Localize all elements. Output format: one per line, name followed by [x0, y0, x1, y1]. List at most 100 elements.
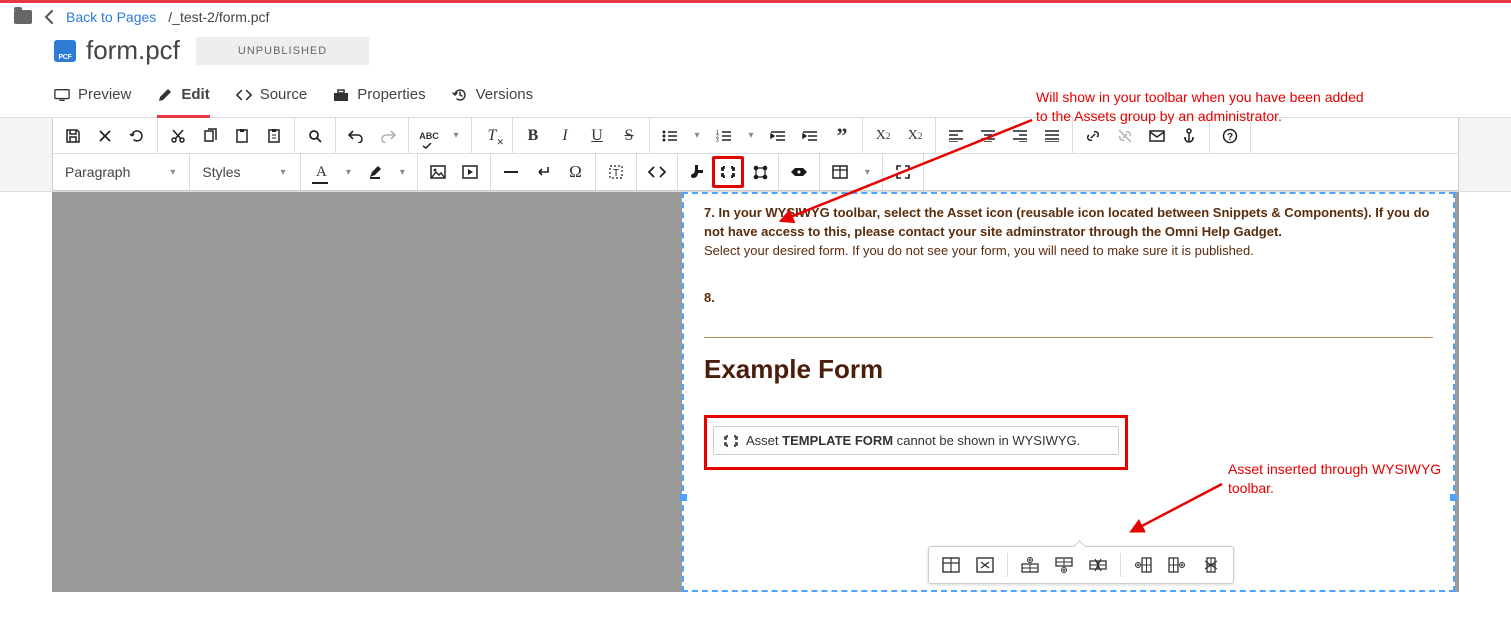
col-after-icon[interactable]	[1163, 553, 1191, 577]
row-after-icon[interactable]	[1050, 553, 1078, 577]
tab-label: Source	[260, 86, 308, 103]
table-delete-icon[interactable]	[971, 553, 999, 577]
step7-text: 7. In your WYSIWYG toolbar, select the A…	[704, 205, 1429, 239]
cut-icon[interactable]	[162, 120, 194, 152]
code-icon[interactable]	[641, 156, 673, 188]
view-tabs: Preview Edit Source Properties Versions	[0, 76, 1511, 118]
tab-preview[interactable]: Preview	[54, 86, 131, 118]
pcf-badge-icon: PCF	[54, 40, 76, 62]
indent-icon[interactable]	[794, 120, 826, 152]
redo-icon[interactable]	[372, 120, 404, 152]
row-before-icon[interactable]	[1016, 553, 1044, 577]
toolbox-icon	[333, 87, 349, 103]
specialchar-icon[interactable]: Ω	[559, 156, 591, 188]
asset-annotation-box: Asset TEMPLATE FORM cannot be shown in W…	[704, 415, 1128, 470]
breadcrumb-path: /_test-2/form.pcf	[168, 9, 269, 25]
spellcheck-menu[interactable]: ▾	[445, 120, 467, 152]
chevron-left-icon[interactable]	[44, 10, 54, 24]
table-icon[interactable]	[824, 156, 856, 188]
gadget-icon[interactable]	[783, 156, 815, 188]
copy-icon[interactable]	[194, 120, 226, 152]
history-icon	[452, 87, 468, 103]
bullet-list-icon[interactable]	[654, 120, 686, 152]
clear-format-icon[interactable]: T✕	[476, 120, 508, 152]
back-to-pages-link[interactable]: Back to Pages	[66, 9, 156, 25]
find-icon[interactable]	[299, 120, 331, 152]
paste-icon[interactable]	[226, 120, 258, 152]
table-props-icon[interactable]	[937, 553, 965, 577]
select-block-icon[interactable]: T	[600, 156, 632, 188]
num-list-icon[interactable]: 123	[708, 120, 740, 152]
bold-icon[interactable]: B	[517, 120, 549, 152]
tab-label: Edit	[181, 86, 209, 103]
asset-reuse-icon	[724, 434, 738, 448]
tab-versions[interactable]: Versions	[452, 86, 534, 118]
align-center-icon[interactable]	[972, 120, 1004, 152]
outdent-icon[interactable]	[762, 120, 794, 152]
underline-icon[interactable]: U	[581, 120, 613, 152]
pencil-icon	[157, 87, 173, 103]
table-menu[interactable]: ▾	[856, 156, 878, 188]
unlink-icon[interactable]	[1109, 120, 1141, 152]
divider	[704, 337, 1433, 338]
highlight-icon[interactable]	[359, 156, 391, 188]
folder-icon[interactable]	[14, 10, 32, 24]
strike-icon[interactable]: S	[613, 120, 645, 152]
col-before-icon[interactable]	[1129, 553, 1157, 577]
spellcheck-icon[interactable]: ABC	[413, 120, 445, 152]
bullet-list-menu[interactable]: ▾	[686, 120, 708, 152]
hr-icon[interactable]	[495, 156, 527, 188]
editable-region[interactable]: 7. In your WYSIWYG toolbar, select the A…	[682, 192, 1455, 592]
status-badge: UNPUBLISHED	[196, 37, 369, 65]
tab-edit[interactable]: Edit	[157, 86, 209, 118]
anchor-icon[interactable]	[1173, 120, 1205, 152]
selection-handle[interactable]	[680, 494, 687, 501]
styles-select[interactable]: Styles▾	[190, 164, 300, 180]
paste-text-icon[interactable]	[258, 120, 290, 152]
breadcrumb: Back to Pages /_test-2/form.pcf	[0, 3, 1511, 31]
image-icon[interactable]	[422, 156, 454, 188]
component-icon[interactable]	[744, 156, 776, 188]
tab-source[interactable]: Source	[236, 86, 308, 118]
text-color-icon[interactable]: A	[305, 156, 337, 188]
linebreak-icon[interactable]	[527, 156, 559, 188]
align-justify-icon[interactable]	[1036, 120, 1068, 152]
save-icon[interactable]	[57, 120, 89, 152]
asset-msg-text: Asset TEMPLATE FORM cannot be shown in W…	[746, 433, 1080, 448]
row-delete-icon[interactable]	[1084, 553, 1112, 577]
tab-properties[interactable]: Properties	[333, 86, 425, 118]
example-form-heading: Example Form	[704, 354, 1433, 385]
superscript-icon[interactable]: X2	[867, 120, 899, 152]
blockquote-icon[interactable]: ”	[826, 120, 858, 152]
help-icon[interactable]: ?	[1214, 120, 1246, 152]
snippet-icon[interactable]	[680, 156, 712, 188]
italic-icon[interactable]: I	[549, 120, 581, 152]
link-icon[interactable]	[1077, 120, 1109, 152]
num-list-menu[interactable]: ▾	[740, 120, 762, 152]
selection-handle[interactable]	[1450, 494, 1457, 501]
col-delete-icon[interactable]	[1197, 553, 1225, 577]
video-icon[interactable]	[454, 156, 486, 188]
highlight-menu[interactable]: ▾	[391, 156, 413, 188]
align-left-icon[interactable]	[940, 120, 972, 152]
asset-placeholder[interactable]: Asset TEMPLATE FORM cannot be shown in W…	[713, 426, 1119, 455]
monitor-icon	[54, 87, 70, 103]
abc-label: ABC	[419, 131, 439, 141]
page-title-row: PCF form.pcf UNPUBLISHED	[0, 31, 1511, 76]
tab-label: Versions	[476, 86, 534, 103]
asset-icon[interactable]	[712, 156, 744, 188]
fullscreen-icon[interactable]	[887, 156, 919, 188]
close-icon[interactable]	[89, 120, 121, 152]
restore-icon[interactable]	[121, 120, 153, 152]
tab-label: Preview	[78, 86, 131, 103]
mailto-icon[interactable]	[1141, 120, 1173, 152]
styles-label: Styles	[202, 164, 240, 180]
undo-icon[interactable]	[340, 120, 372, 152]
align-right-icon[interactable]	[1004, 120, 1036, 152]
editor-canvas: 7. In your WYSIWYG toolbar, select the A…	[52, 192, 1459, 592]
text-color-menu[interactable]: ▾	[337, 156, 359, 188]
subscript-icon[interactable]: X2	[899, 120, 931, 152]
paragraph-select[interactable]: Paragraph▾	[53, 164, 189, 180]
code-icon	[236, 87, 252, 103]
paragraph-label: Paragraph	[65, 164, 130, 180]
